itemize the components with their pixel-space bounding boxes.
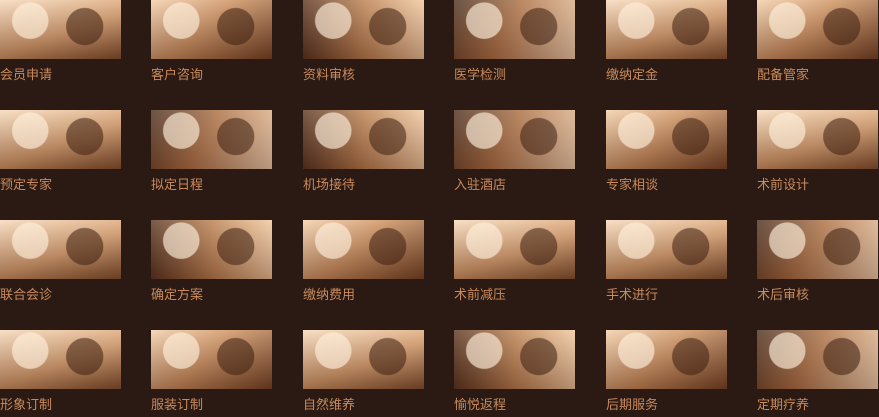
service-label[interactable]: 专家相谈 xyxy=(606,178,746,194)
service-thumbnail[interactable] xyxy=(757,330,878,389)
service-label[interactable]: 客户咨询 xyxy=(151,68,291,84)
service-thumbnail[interactable] xyxy=(0,110,121,169)
service-thumbnail[interactable] xyxy=(151,330,272,389)
service-label[interactable]: 形象订制 xyxy=(0,398,140,414)
service-thumbnail[interactable] xyxy=(757,110,878,169)
service-thumbnail[interactable] xyxy=(454,220,575,279)
service-thumbnail[interactable] xyxy=(0,220,121,279)
service-label[interactable]: 定期疗养 xyxy=(757,398,879,414)
service-thumbnail[interactable] xyxy=(303,220,424,279)
service-thumbnail[interactable] xyxy=(303,0,424,59)
service-thumbnail[interactable] xyxy=(0,330,121,389)
service-label[interactable]: 医学检测 xyxy=(454,68,594,84)
service-thumbnail[interactable] xyxy=(606,110,727,169)
service-thumbnail[interactable] xyxy=(0,0,121,59)
service-label[interactable]: 后期服务 xyxy=(606,398,746,414)
service-thumbnail[interactable] xyxy=(606,330,727,389)
service-label[interactable]: 愉悦返程 xyxy=(454,398,594,414)
service-label[interactable]: 拟定日程 xyxy=(151,178,291,194)
service-thumbnail[interactable] xyxy=(303,110,424,169)
service-label[interactable]: 手术进行 xyxy=(606,288,746,304)
service-thumbnail[interactable] xyxy=(303,330,424,389)
service-label[interactable]: 资料审核 xyxy=(303,68,443,84)
service-label[interactable]: 缴纳费用 xyxy=(303,288,443,304)
service-label[interactable]: 缴纳定金 xyxy=(606,68,746,84)
service-label[interactable]: 机场接待 xyxy=(303,178,443,194)
service-label[interactable]: 预定专家 xyxy=(0,178,140,194)
service-thumbnail[interactable] xyxy=(454,110,575,169)
service-thumbnail[interactable] xyxy=(151,220,272,279)
service-label[interactable]: 术前减压 xyxy=(454,288,594,304)
service-thumbnail[interactable] xyxy=(757,0,878,59)
service-label[interactable]: 入驻酒店 xyxy=(454,178,594,194)
service-label[interactable]: 服装订制 xyxy=(151,398,291,414)
service-thumbnail[interactable] xyxy=(606,0,727,59)
service-thumbnail[interactable] xyxy=(151,0,272,59)
service-label[interactable]: 配备管家 xyxy=(757,68,879,84)
service-thumbnail[interactable] xyxy=(606,220,727,279)
service-label[interactable]: 术后审核 xyxy=(757,288,879,304)
service-label[interactable]: 自然维养 xyxy=(303,398,443,414)
service-label[interactable]: 术前设计 xyxy=(757,178,879,194)
service-thumbnail[interactable] xyxy=(151,110,272,169)
service-label[interactable]: 会员申请 xyxy=(0,68,140,84)
service-label[interactable]: 联合会诊 xyxy=(0,288,140,304)
service-steps-grid: 会员申请 客户咨询 资料审核 医学检测 缴纳定金 配备管家 预定专家 拟定日程 … xyxy=(0,0,879,417)
service-thumbnail[interactable] xyxy=(454,0,575,59)
service-label[interactable]: 确定方案 xyxy=(151,288,291,304)
service-thumbnail[interactable] xyxy=(757,220,878,279)
service-thumbnail[interactable] xyxy=(454,330,575,389)
